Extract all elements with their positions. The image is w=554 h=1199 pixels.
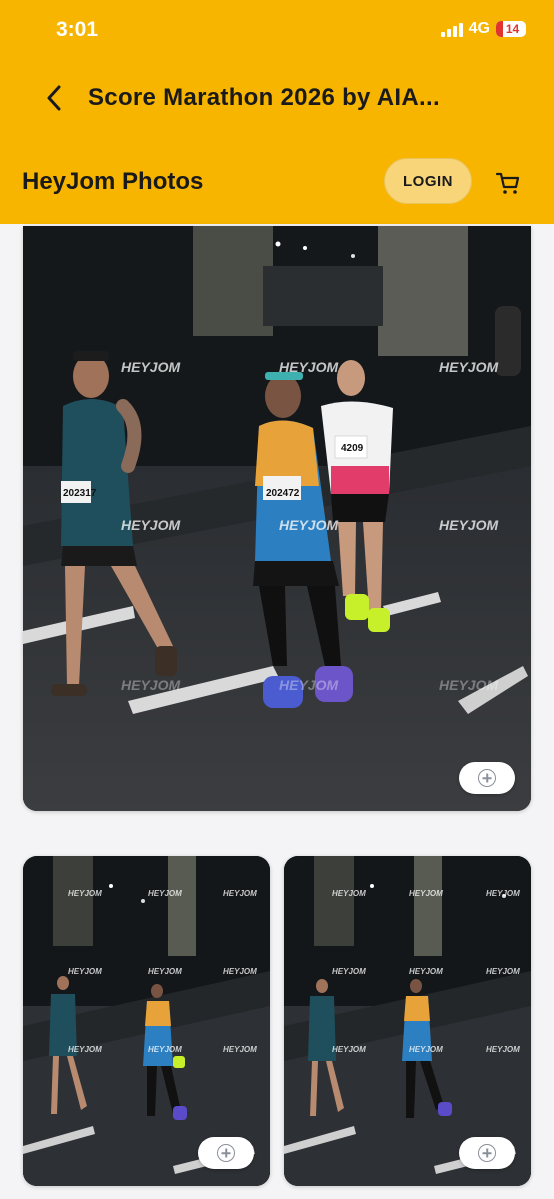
watermark-text: HEYJOM bbox=[486, 967, 520, 976]
app-header: HeyJom Photos LOGIN bbox=[0, 134, 554, 224]
thumbnail-photo[interactable]: HEYJOM HEYJOM HEYJOM HEYJOM HEYJOM HEYJO… bbox=[284, 856, 531, 1186]
chevron-left-icon bbox=[47, 85, 61, 111]
watermark-text: HEYJOM bbox=[332, 1045, 366, 1054]
watermark-text: HEYJOM bbox=[439, 677, 498, 693]
cart-button[interactable] bbox=[494, 170, 522, 196]
watermark-text: HEYJOM bbox=[68, 889, 102, 898]
watermark-text: HEYJOM bbox=[68, 1045, 102, 1054]
watermark-text: HEYJOM bbox=[223, 1045, 257, 1054]
watermark-text: HEYJOM bbox=[409, 889, 443, 898]
watermark-text: HEYJOM bbox=[439, 517, 498, 533]
bib-number: 202317 bbox=[63, 488, 97, 499]
back-button[interactable] bbox=[38, 82, 70, 114]
add-circle-icon bbox=[217, 1144, 235, 1162]
bib-number: 202472 bbox=[266, 488, 300, 499]
login-button[interactable]: LOGIN bbox=[384, 158, 472, 204]
battery-level: 14 bbox=[505, 22, 520, 36]
watermark-text: HEYJOM bbox=[486, 1045, 520, 1054]
add-circle-icon bbox=[478, 1144, 496, 1162]
watermark-text: HEYJOM bbox=[409, 1045, 443, 1054]
watermark-text: HEYJOM bbox=[223, 967, 257, 976]
status-bar: 3:01 4G 14 bbox=[0, 0, 554, 62]
watermark-text: HEYJOM bbox=[148, 1045, 182, 1054]
page-title: Score Marathon 2026 by AIA... bbox=[88, 84, 440, 111]
add-photo-button[interactable] bbox=[459, 762, 515, 794]
battery-icon: 14 bbox=[496, 21, 526, 37]
watermark-text: HEYJOM bbox=[223, 889, 257, 898]
watermark-text: HEYJOM bbox=[409, 967, 443, 976]
watermark-text: HEYJOM bbox=[439, 359, 498, 375]
cart-icon bbox=[495, 172, 520, 194]
title-bar: Score Marathon 2026 by AIA... bbox=[0, 62, 554, 134]
add-photo-button[interactable] bbox=[459, 1137, 515, 1169]
watermark-text: HEYJOM bbox=[279, 517, 338, 533]
watermark-text: HEYJOM bbox=[121, 677, 180, 693]
watermark-text: HEYJOM bbox=[68, 967, 102, 976]
featured-photo[interactable]: HEYJOM HEYJOM HEYJOM HEYJOM HEYJOM HEYJO… bbox=[23, 226, 531, 811]
signal-icon bbox=[440, 21, 463, 37]
brand-name[interactable]: HeyJom Photos bbox=[22, 168, 203, 196]
watermark-text: HEYJOM bbox=[121, 517, 180, 533]
status-indicators: 4G 14 bbox=[440, 20, 526, 38]
status-time: 3:01 bbox=[56, 18, 99, 41]
thumbnail-photo[interactable]: HEYJOM HEYJOM HEYJOM HEYJOM HEYJOM HEYJO… bbox=[23, 856, 270, 1186]
runners-photo: HEYJOM HEYJOM HEYJOM HEYJOM HEYJOM HEYJO… bbox=[23, 226, 531, 811]
watermark-text: HEYJOM bbox=[486, 889, 520, 898]
watermark-text: HEYJOM bbox=[148, 967, 182, 976]
add-photo-button[interactable] bbox=[198, 1137, 254, 1169]
watermark-text: HEYJOM bbox=[332, 889, 366, 898]
bib-number: 4209 bbox=[341, 443, 364, 454]
watermark-text: HEYJOM bbox=[332, 967, 366, 976]
watermark-text: HEYJOM bbox=[279, 677, 338, 693]
add-circle-icon bbox=[478, 769, 496, 787]
watermark-text: HEYJOM bbox=[121, 359, 180, 375]
watermark-text: HEYJOM bbox=[148, 889, 182, 898]
network-type: 4G bbox=[468, 20, 490, 37]
watermark-text: HEYJOM bbox=[279, 359, 338, 375]
